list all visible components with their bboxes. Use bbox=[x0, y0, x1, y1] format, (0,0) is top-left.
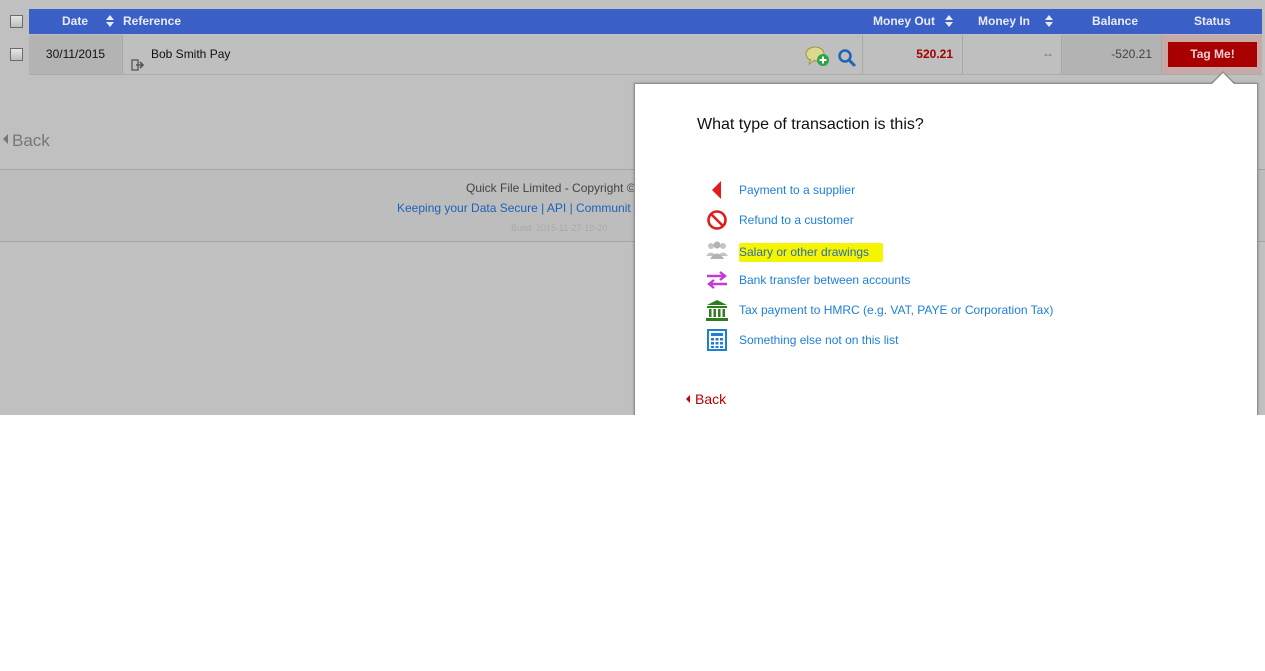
table-row: 30/11/2015 Bob Smith Pay 520.21 -- -520.… bbox=[29, 35, 1262, 75]
row-checkbox[interactable] bbox=[10, 48, 23, 61]
row-money-in: -- bbox=[962, 35, 1062, 74]
option-label: Refund to a customer bbox=[739, 213, 854, 227]
left-arrow-icon bbox=[705, 178, 729, 202]
page-overlay: Date Reference Money Out Money In Balanc… bbox=[0, 0, 1265, 415]
row-money-out: 520.21 bbox=[862, 35, 963, 74]
bank-building-icon bbox=[705, 298, 729, 322]
back-arrow-icon bbox=[3, 134, 8, 144]
transfer-arrows-icon bbox=[705, 268, 729, 292]
back-link[interactable]: Back bbox=[3, 131, 50, 151]
row-date: 30/11/2015 bbox=[29, 35, 123, 74]
option-label: Payment to a supplier bbox=[739, 183, 856, 197]
sort-money-in-icon[interactable] bbox=[1045, 15, 1054, 28]
footer-copyright: Quick File Limited - Copyright © bbox=[466, 181, 636, 195]
footer-link-community[interactable]: Communit bbox=[576, 201, 631, 215]
footer-link-data-secure[interactable]: Keeping your Data Secure bbox=[397, 201, 538, 215]
no-entry-icon bbox=[705, 208, 729, 232]
balance-value: -520.21 bbox=[1111, 47, 1152, 61]
footer-build: Build: 2015-11-27-10-20 bbox=[511, 223, 608, 233]
footer-links: Keeping your Data Secure | API | Communi… bbox=[397, 201, 631, 215]
row-balance: -520.21 bbox=[1062, 35, 1162, 74]
option-label: Bank transfer between accounts bbox=[739, 273, 911, 287]
back-link-label: Back bbox=[12, 131, 50, 150]
header-money-out[interactable]: Money Out bbox=[873, 9, 935, 34]
add-note-icon[interactable] bbox=[805, 44, 831, 66]
footer-separator: | bbox=[537, 201, 547, 215]
back-arrow-icon bbox=[686, 395, 690, 403]
popover-back-link[interactable]: Back bbox=[686, 391, 726, 407]
money-out-value: 520.21 bbox=[916, 47, 953, 61]
search-icon[interactable] bbox=[837, 45, 857, 67]
sort-money-out-icon[interactable] bbox=[945, 15, 954, 28]
people-icon bbox=[705, 238, 729, 262]
transaction-type-popover: What type of transaction is this? Paymen… bbox=[634, 83, 1258, 415]
select-all-checkbox[interactable] bbox=[10, 15, 23, 28]
tag-me-button[interactable]: Tag Me! bbox=[1168, 42, 1257, 67]
transfer-out-icon bbox=[131, 48, 145, 71]
header-status: Status bbox=[1194, 14, 1231, 28]
footer-separator: | bbox=[566, 201, 577, 215]
option-label: Salary or other drawings bbox=[739, 243, 884, 262]
row-reference: Bob Smith Pay bbox=[151, 47, 231, 61]
popover-question: What type of transaction is this? bbox=[697, 116, 924, 133]
header-reference[interactable]: Reference bbox=[123, 9, 181, 34]
header-date[interactable]: Date bbox=[62, 9, 88, 34]
popover-back-label: Back bbox=[695, 391, 727, 407]
table-header: Date Reference Money Out Money In Balanc… bbox=[29, 9, 1262, 34]
calculator-icon bbox=[705, 328, 729, 352]
option-label: Tax payment to HMRC (e.g. VAT, PAYE or C… bbox=[739, 303, 1054, 317]
header-balance: Balance bbox=[1092, 14, 1139, 28]
footer-link-api[interactable]: API bbox=[547, 201, 566, 215]
popover-pointer-inner bbox=[1211, 73, 1235, 85]
row-reference-cell: Bob Smith Pay bbox=[123, 35, 861, 74]
header-money-in[interactable]: Money In bbox=[978, 9, 1030, 34]
money-in-value: -- bbox=[1044, 47, 1052, 61]
option-label: Something else not on this list bbox=[739, 333, 899, 347]
sort-date-icon[interactable] bbox=[106, 15, 115, 28]
